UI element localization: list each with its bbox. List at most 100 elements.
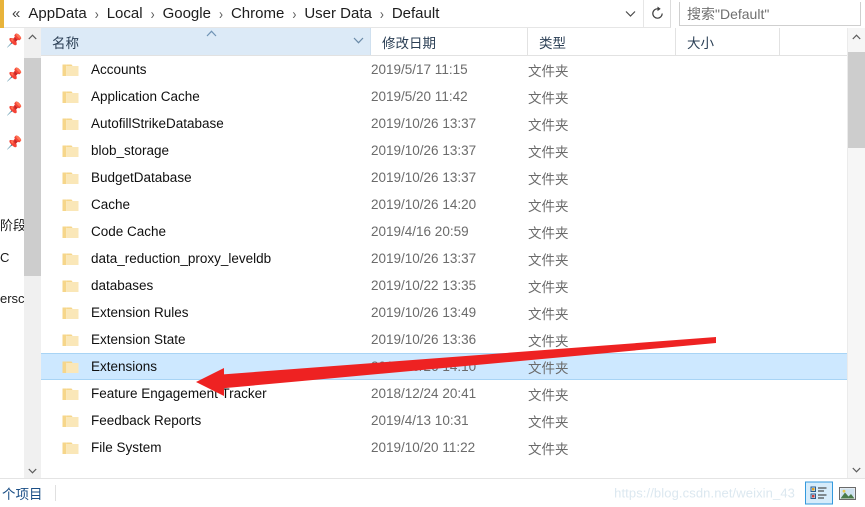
chevron-down-icon[interactable] <box>24 462 41 479</box>
large-icons-view-icon[interactable] <box>833 482 861 505</box>
table-row[interactable]: databases 2019/10/22 13:35 文件夹 <box>41 272 847 299</box>
folder-icon <box>62 279 79 293</box>
nav-item-label-clipped-3[interactable]: ersc <box>0 291 24 306</box>
breadcrumb-item-local[interactable]: Local <box>104 3 146 24</box>
table-row[interactable]: Extension State 2019/10/26 13:36 文件夹 <box>41 326 847 353</box>
column-header-date-modified[interactable]: 修改日期 <box>371 28 528 55</box>
item-count-label: 个项目 <box>2 487 43 502</box>
navigation-pane-scrollbar[interactable] <box>24 28 42 479</box>
table-row[interactable]: BudgetDatabase 2019/10/26 13:37 文件夹 <box>41 164 847 191</box>
table-row[interactable]: AutofillStrikeDatabase 2019/10/26 13:37 文件… <box>41 110 847 137</box>
search-input[interactable] <box>680 5 865 22</box>
breadcrumb-item-chrome[interactable]: Chrome <box>228 3 287 24</box>
file-name-label: Extensions <box>91 359 158 374</box>
chevron-up-icon[interactable] <box>24 28 41 45</box>
table-row[interactable]: Cache 2019/10/26 14:20 文件夹 <box>41 191 847 218</box>
file-date-cell: 2019/5/17 11:15 <box>371 62 468 77</box>
file-date-cell: 2019/4/13 10:31 <box>371 413 469 428</box>
navigation-pane[interactable]: 📌 📌 📌 📌 阶段 C ersc <box>0 28 24 479</box>
breadcrumb-item-user-data[interactable]: User Data <box>301 3 375 24</box>
breadcrumb-separator[interactable]: › <box>375 5 389 23</box>
table-row[interactable]: Feedback Reports 2019/4/13 10:31 文件夹 <box>41 407 847 434</box>
file-name-cell[interactable]: Cache <box>41 197 371 212</box>
scrollbar-thumb[interactable] <box>848 52 865 148</box>
table-row[interactable]: Accounts 2019/5/17 11:15 文件夹 <box>41 56 847 83</box>
file-name-cell[interactable]: blob_storage <box>41 143 371 158</box>
file-date-cell: 2019/10/26 13:49 <box>371 305 477 320</box>
file-name-cell[interactable]: Application Cache <box>41 89 371 104</box>
breadcrumb-separator[interactable]: › <box>214 5 228 23</box>
pin-icon[interactable]: 📌 <box>6 68 22 82</box>
file-name-cell[interactable]: Accounts <box>41 62 371 77</box>
column-header-date-label: 修改日期 <box>382 35 436 51</box>
breadcrumb-separator[interactable]: › <box>90 5 104 23</box>
table-row[interactable]: blob_storage 2019/10/26 13:37 文件夹 <box>41 137 847 164</box>
column-header-type-label: 类型 <box>539 35 566 51</box>
file-type-cell: 文件夹 <box>528 441 569 457</box>
file-name-cell[interactable]: File System <box>41 440 371 455</box>
file-date-cell: 2019/4/16 20:59 <box>371 224 469 239</box>
file-date-cell: 2019/10/26 14:10 <box>371 359 477 374</box>
file-type-cell: 文件夹 <box>528 117 569 133</box>
table-row[interactable]: Feature Engagement Tracker 2018/12/24 20:… <box>41 380 847 407</box>
file-name-label: data_reduction_proxy_leveldb <box>91 251 272 266</box>
file-name-cell[interactable]: Extensions <box>41 359 371 374</box>
file-list[interactable]: Accounts 2019/5/17 11:15 文件夹 Application Ca… <box>41 56 847 479</box>
folder-icon <box>62 198 79 212</box>
column-header-size[interactable]: 大小 <box>676 28 780 55</box>
file-name-label: Feature Engagement Tracker <box>91 386 267 401</box>
breadcrumb-item-appdata[interactable]: AppData <box>25 3 89 24</box>
nav-item-label-clipped-1[interactable]: 阶段 <box>0 215 24 234</box>
column-header-name[interactable]: 名称 <box>41 28 371 55</box>
file-name-label: Extension Rules <box>91 305 189 320</box>
breadcrumb-item-default[interactable]: Default <box>389 3 443 24</box>
address-bar: « AppData › Local › Google › Chrome › Us… <box>0 0 865 28</box>
column-header-type[interactable]: 类型 <box>528 28 676 55</box>
table-row[interactable]: Application Cache 2019/5/20 11:42 文件夹 <box>41 83 847 110</box>
breadcrumb-separator[interactable]: › <box>146 5 160 23</box>
chevron-down-icon[interactable] <box>848 461 865 479</box>
table-row[interactable]: Extension Rules 2019/10/26 13:49 文件夹 <box>41 299 847 326</box>
table-row[interactable]: File System 2019/10/20 11:22 文件夹 <box>41 434 847 461</box>
table-row[interactable]: Extensions 2019/10/26 14:10 文件夹 <box>41 353 847 380</box>
column-header-row: 名称 修改日期 类型 大小 <box>41 28 847 56</box>
search-box[interactable] <box>679 2 865 26</box>
file-name-cell[interactable]: BudgetDatabase <box>41 170 371 185</box>
file-type-cell: 文件夹 <box>528 63 569 79</box>
file-name-label: Accounts <box>91 62 147 77</box>
refresh-icon[interactable] <box>643 0 671 28</box>
breadcrumb-item-google[interactable]: Google <box>160 3 214 24</box>
file-date-cell: 2019/10/20 11:22 <box>371 440 476 455</box>
nav-item-label-clipped-2[interactable]: C <box>0 250 9 265</box>
file-name-label: Application Cache <box>91 89 200 104</box>
breadcrumb-separator[interactable]: › <box>287 5 301 23</box>
view-mode-buttons <box>805 481 861 505</box>
breadcrumb[interactable]: « AppData › Local › Google › Chrome › Us… <box>4 0 617 28</box>
file-name-cell[interactable]: Feature Engagement Tracker <box>41 386 371 401</box>
file-name-cell[interactable]: databases <box>41 278 371 293</box>
table-row[interactable]: data_reduction_proxy_leveldb 2019/10/26 1… <box>41 245 847 272</box>
file-name-cell[interactable]: AutofillStrikeDatabase <box>41 116 371 131</box>
details-view-icon[interactable] <box>805 481 833 505</box>
file-name-cell[interactable]: Extension Rules <box>41 305 371 320</box>
file-name-cell[interactable]: Extension State <box>41 332 371 347</box>
chevron-up-icon[interactable] <box>848 28 865 46</box>
file-date-cell: 2019/10/22 13:35 <box>371 278 477 293</box>
file-name-cell[interactable]: Code Cache <box>41 224 371 239</box>
column-header-spacer <box>780 28 847 55</box>
folder-icon <box>62 225 79 239</box>
file-name-cell[interactable]: data_reduction_proxy_leveldb <box>41 251 371 266</box>
file-name-cell[interactable]: Feedback Reports <box>41 413 371 428</box>
file-list-scrollbar[interactable] <box>847 28 865 479</box>
pin-icon[interactable]: 📌 <box>6 136 22 150</box>
file-name-label: Feedback Reports <box>91 413 202 428</box>
table-row[interactable]: Code Cache 2019/4/16 20:59 文件夹 <box>41 218 847 245</box>
file-type-cell: 文件夹 <box>528 306 569 322</box>
status-separator <box>54 485 56 501</box>
chevron-down-icon[interactable] <box>353 36 364 47</box>
chevron-down-icon[interactable] <box>617 0 643 28</box>
pin-icon[interactable]: 📌 <box>6 102 22 116</box>
breadcrumb-overflow-icon[interactable]: « <box>10 5 25 22</box>
navigation-scrollbar-thumb[interactable] <box>24 58 41 276</box>
pin-icon[interactable]: 📌 <box>6 34 22 48</box>
